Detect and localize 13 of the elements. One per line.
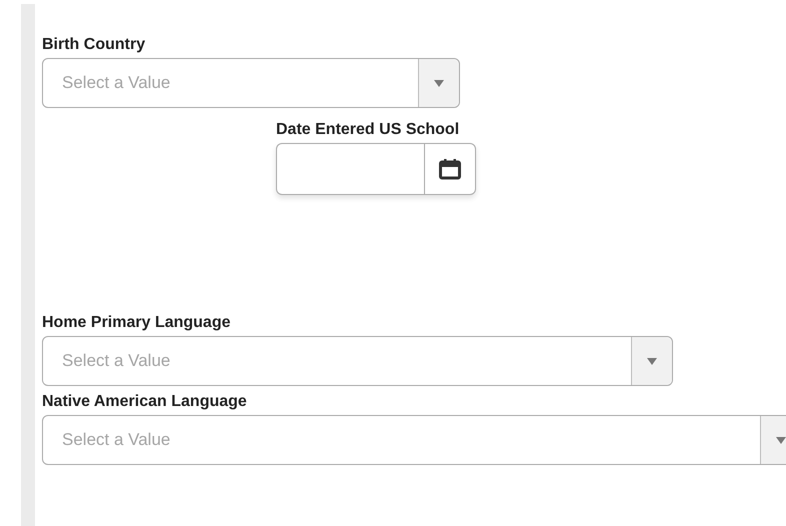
calendar-button[interactable] xyxy=(424,143,476,195)
field-label: Native American Language xyxy=(42,392,248,412)
caret-icon xyxy=(434,80,444,86)
field-label: Home Primary Language xyxy=(42,313,232,333)
field-label: Birth Country xyxy=(42,35,146,55)
caret-icon xyxy=(647,358,657,364)
select-field[interactable]: Select a Value xyxy=(42,415,786,465)
caret-icon xyxy=(776,436,786,444)
select-field[interactable]: Select a Value xyxy=(42,336,673,386)
field-label: Date Entered US School xyxy=(276,120,460,140)
date-field[interactable] xyxy=(276,143,424,195)
select-field[interactable]: Select a Value xyxy=(42,58,460,108)
calendar-icon xyxy=(439,158,461,180)
